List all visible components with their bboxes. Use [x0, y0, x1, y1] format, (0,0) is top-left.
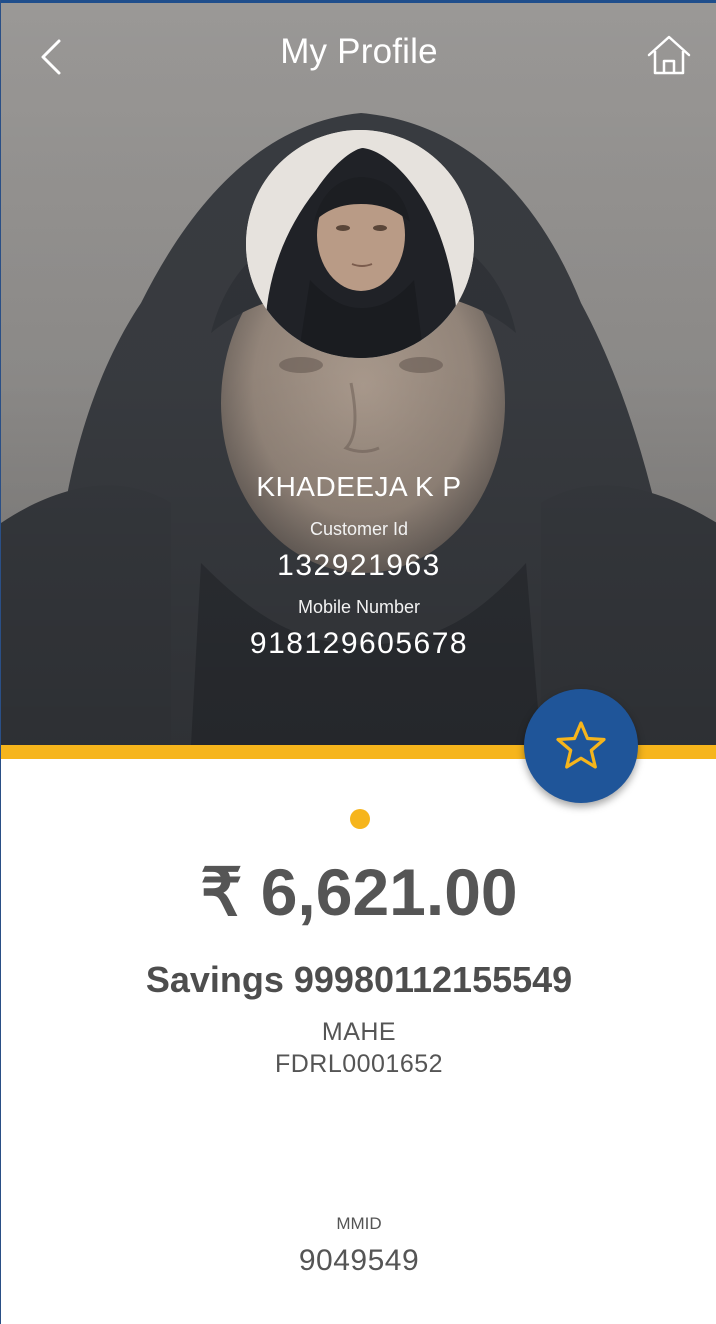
account-type-number: Savings 99980112155549 — [145, 959, 573, 1000]
profile-header: My Profile KHADEEJA K P Customer Id 1329… — [1, 3, 716, 745]
account-balance: ₹ 6,621.00 — [200, 855, 518, 929]
page-title: My Profile — [280, 32, 438, 71]
carousel-indicator-dot — [350, 809, 370, 829]
mobile-number-value: 918129605678 — [249, 627, 469, 660]
customer-id-value: 132921963 — [277, 549, 441, 582]
customer-name: KHADEEJA K P — [256, 471, 462, 502]
home-button[interactable] — [646, 33, 692, 77]
ifsc-code: FDRL0001652 — [274, 1050, 444, 1078]
home-icon — [647, 35, 691, 75]
profile-avatar — [246, 130, 474, 358]
mmid-label: MMID — [336, 1214, 382, 1233]
star-icon — [556, 721, 606, 769]
customer-id-label: Customer Id — [309, 519, 409, 539]
branch-name: MAHE — [321, 1018, 397, 1046]
mobile-number-label: Mobile Number — [297, 597, 421, 617]
mmid-value: 9049549 — [298, 1244, 420, 1277]
favorite-button[interactable] — [524, 689, 638, 803]
profile-photo — [246, 130, 474, 358]
profile-screen: My Profile KHADEEJA K P Customer Id 1329… — [0, 0, 716, 1324]
